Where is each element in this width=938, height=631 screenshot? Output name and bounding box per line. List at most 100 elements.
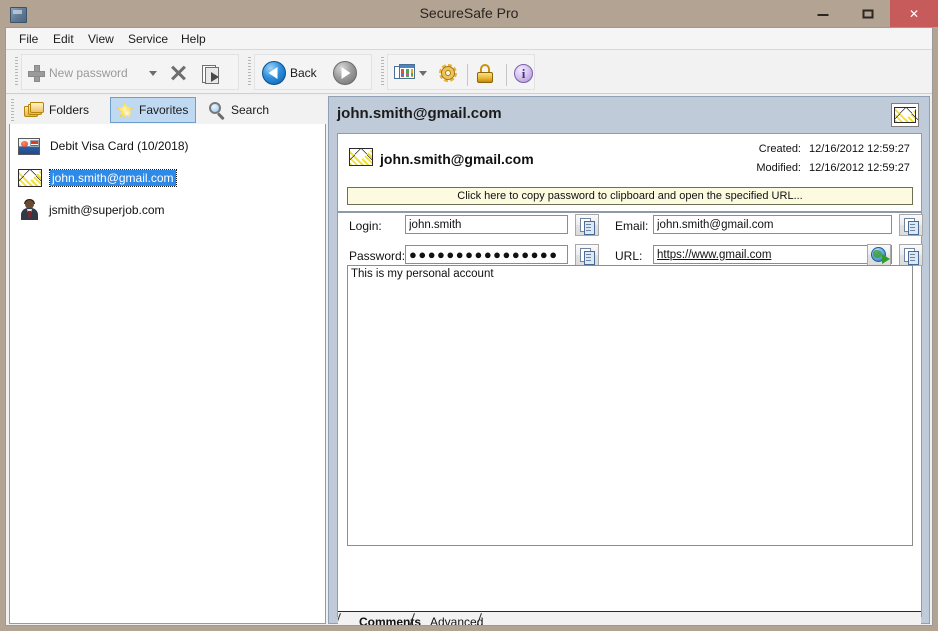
created-value: 12/16/2012 12:59:27 [809, 143, 910, 155]
plus-icon [28, 64, 45, 82]
sidebar-tab-folders[interactable]: Folders [19, 97, 96, 123]
toolbar-gripper-2[interactable] [248, 57, 251, 86]
menu-item-service[interactable]: Service [121, 28, 175, 50]
toolbar-separator-1 [467, 64, 468, 86]
page-title: john.smith@gmail.com [337, 105, 502, 122]
copy-url-button[interactable] [899, 244, 923, 266]
info-circle-icon: i [514, 63, 533, 83]
list-item[interactable]: john.smith@gmail.com [10, 164, 325, 192]
caret-down-icon [149, 70, 157, 76]
minimize-button[interactable] [800, 0, 845, 27]
export-button[interactable] [202, 55, 222, 91]
new-password-button[interactable]: New password [28, 55, 128, 91]
arrow-right-circle-icon [333, 61, 357, 85]
envelope-icon [894, 107, 918, 123]
forward-button[interactable] [333, 55, 357, 91]
credit-card-icon [18, 137, 40, 155]
toolbar-group-nav: Back [254, 54, 372, 90]
toolbar: New password Back i [6, 50, 932, 94]
padlock-icon [477, 63, 493, 83]
sidebar-tab-favorites-label: Favorites [139, 103, 189, 117]
sidebar-tab-strip: Folders Favorites Search [9, 96, 326, 125]
settings-button[interactable] [438, 55, 458, 91]
toolbar-gripper-3[interactable] [381, 57, 384, 86]
list-item-label: jsmith@superjob.com [49, 203, 165, 217]
window-controls: ✕ [800, 0, 938, 27]
copy-icon [580, 248, 595, 265]
comments-textarea[interactable]: This is my personal account [347, 265, 913, 546]
email-label: Email: [615, 219, 649, 233]
new-password-label: New password [49, 66, 128, 80]
application-window: SecureSafe Pro ✕ File Edit View Service … [0, 0, 938, 631]
person-icon [19, 199, 39, 220]
entry-card: john.smith@gmail.com Created: 12/16/2012… [337, 133, 923, 625]
password-input[interactable] [405, 245, 568, 264]
menu-bar: File Edit View Service Help [6, 28, 932, 50]
view-mode-dropdown-button[interactable] [419, 55, 427, 91]
menu-item-view[interactable]: View [81, 28, 121, 50]
menu-item-help[interactable]: Help [174, 28, 213, 50]
list-item[interactable]: jsmith@superjob.com [10, 196, 325, 224]
login-input[interactable] [405, 215, 568, 234]
open-url-button[interactable] [867, 244, 891, 266]
login-label: Login: [349, 219, 382, 233]
back-label: Back [290, 66, 317, 80]
lock-button[interactable] [477, 55, 493, 91]
x-delete-icon [170, 65, 186, 81]
sidebar-tab-favorites[interactable]: Favorites [110, 97, 197, 123]
copy-email-button[interactable] [899, 214, 923, 236]
back-button[interactable]: Back [262, 55, 317, 91]
copy-password-button[interactable] [575, 244, 599, 266]
envelope-icon [349, 148, 373, 166]
envelope-icon [18, 169, 42, 187]
detail-header-envelope-icon [891, 103, 919, 127]
sidebar-tab-search-label: Search [231, 103, 270, 117]
about-button[interactable]: i [514, 55, 533, 91]
view-mode-button[interactable] [394, 55, 416, 91]
minimize-icon [817, 13, 828, 16]
list-item[interactable]: Debit Visa Card (10/2018) [10, 132, 325, 160]
arrow-left-circle-icon [262, 61, 286, 85]
detail-tabs: Comments Advanced [338, 611, 921, 625]
menu-item-edit[interactable]: Edit [46, 28, 81, 50]
client-area: File Edit View Service Help New password [5, 27, 933, 626]
url-input[interactable] [653, 245, 892, 264]
new-password-dropdown-button[interactable] [149, 55, 157, 91]
favorites-list[interactable]: Debit Visa Card (10/2018) john.smith@gma… [9, 124, 326, 624]
password-label: Password: [349, 249, 406, 263]
email-input[interactable] [653, 215, 892, 234]
modified-value: 12/16/2012 12:59:27 [809, 162, 910, 174]
sidebar-tab-search[interactable]: Search [203, 97, 276, 123]
list-item-label: john.smith@gmail.com [49, 169, 177, 187]
entry-envelope-icon [349, 148, 373, 166]
maximize-button[interactable] [845, 0, 890, 27]
gear-icon [438, 63, 458, 83]
caret-down-icon [419, 70, 427, 76]
copy-login-button[interactable] [575, 214, 599, 236]
sidebar-tab-folders-label: Folders [49, 103, 90, 117]
toolbar-group-tools: i [387, 54, 535, 90]
window-stack-icon [394, 64, 416, 82]
magnifier-icon [208, 101, 226, 120]
menu-item-file[interactable]: File [12, 28, 45, 50]
star-icon [116, 101, 134, 119]
export-page-icon [202, 64, 222, 84]
detail-panel: john.smith@gmail.com john.smith@gmail.co… [328, 96, 930, 625]
toolbar-separator-2 [506, 64, 507, 86]
globe-go-icon [871, 247, 890, 264]
toolbar-group-new: New password [21, 54, 239, 90]
folders-icon [24, 102, 44, 118]
copy-password-open-url-bar[interactable]: Click here to copy password to clipboard… [347, 187, 913, 205]
sidebar-gripper[interactable] [11, 99, 14, 121]
sidebar: Folders Favorites Search Debit Visa Card… [9, 96, 326, 624]
toolbar-gripper-1[interactable] [15, 57, 18, 86]
copy-icon [904, 248, 919, 265]
delete-button[interactable] [170, 55, 186, 91]
copy-icon [904, 218, 919, 235]
title-bar: SecureSafe Pro ✕ [0, 0, 938, 27]
url-label: URL: [615, 249, 643, 263]
tab-slash-right [481, 613, 492, 625]
close-button[interactable]: ✕ [890, 0, 938, 27]
maximize-icon [862, 9, 873, 18]
entry-summary: john.smith@gmail.com Created: 12/16/2012… [338, 134, 921, 213]
